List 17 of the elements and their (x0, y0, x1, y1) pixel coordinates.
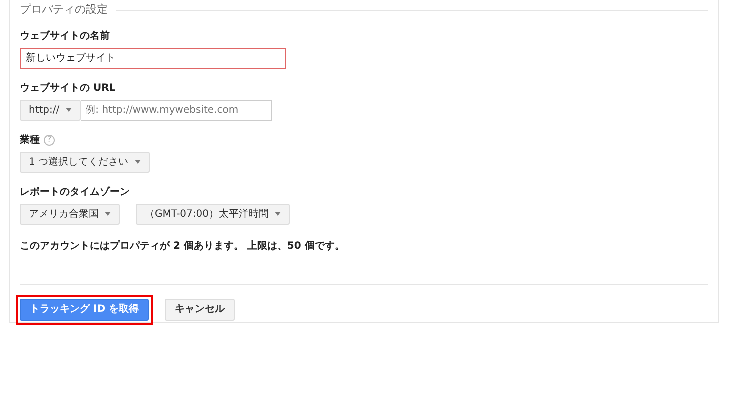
website-name-field[interactable]: 新しいウェブサイト (20, 48, 286, 68)
section-title: プロパティの設定 (20, 2, 108, 18)
field-label: ウェブサイトの名前 (20, 30, 111, 44)
field-label: レポートのタイムゾーン (20, 186, 131, 200)
caret-icon (66, 108, 72, 112)
caret-icon (105, 212, 111, 216)
cancel-button[interactable]: キャンセル (164, 298, 235, 320)
property-count-notice: このアカウントにはプロパティが 2 個あります。 上限は、50 個です。 (20, 239, 346, 254)
caret-icon (275, 212, 281, 216)
field-label: 業種 (20, 134, 40, 148)
website-url-field[interactable]: 例: http://www.mywebsite.com (80, 100, 272, 120)
field-label: ウェブサイトの URL (20, 82, 117, 96)
timezone-dropdown[interactable]: （GMT-07:00）太平洋時間 (136, 204, 290, 224)
country-dropdown[interactable]: アメリカ合衆国 (20, 204, 120, 224)
protocol-dropdown[interactable]: http:// (20, 100, 81, 120)
industry-dropdown[interactable]: 1 つ選択してください (20, 152, 150, 172)
caret-icon (134, 160, 141, 164)
